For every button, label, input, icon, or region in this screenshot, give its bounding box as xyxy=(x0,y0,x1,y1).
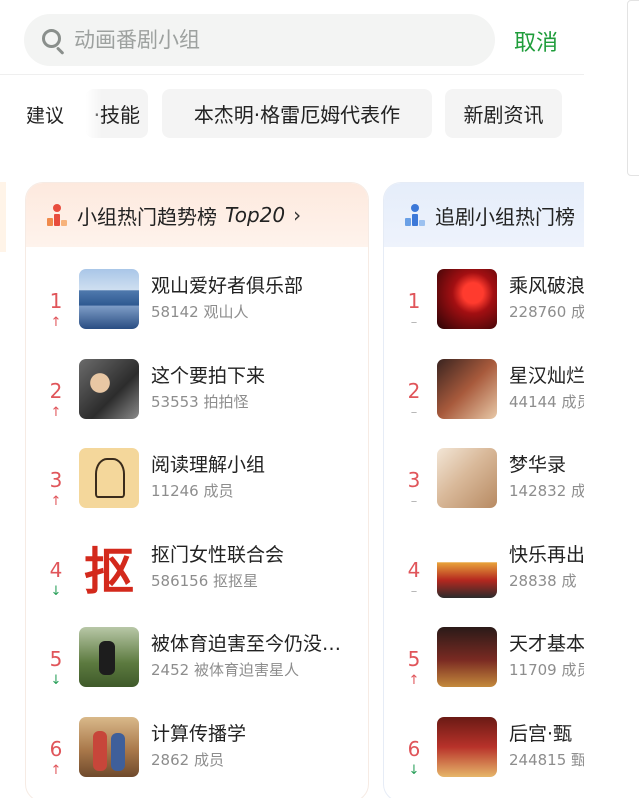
ranking-row[interactable]: 1 – 乘风破浪 228760 成 xyxy=(384,269,584,358)
adjacent-panel-edge xyxy=(627,0,639,176)
suggestion-chip[interactable]: 本杰明·格雷厄姆代表作 xyxy=(162,89,432,138)
group-avatar: 抠 xyxy=(79,537,139,598)
group-name: 抠门女性联合会 xyxy=(151,543,285,566)
group-search-page: 取消 建议 ·技能 本杰明·格雷厄姆代表作 新剧资讯 小组热门趋势榜 Top20… xyxy=(0,0,584,798)
ranking-row[interactable]: 4– 快乐再出 28838 成 xyxy=(384,537,584,627)
group-name: 计算传播学 xyxy=(151,722,247,745)
ranking-row[interactable]: 6 ↓ 后宫·甄 244815 甄 xyxy=(384,716,584,798)
trend-down-icon: ↓ xyxy=(50,673,62,688)
group-avatar xyxy=(437,448,497,508)
group-avatar xyxy=(79,716,139,777)
group-avatar xyxy=(437,537,497,598)
group-member-count: 44144 成员 xyxy=(509,392,584,411)
rank-number: 6 xyxy=(49,736,63,761)
group-member-count: 142832 成 xyxy=(509,482,584,500)
rank-number: 4 xyxy=(49,557,63,582)
trend-ranking-header[interactable]: 小组热门趋势榜 Top20 › xyxy=(26,183,368,247)
suggestion-chip[interactable]: ·技能 xyxy=(86,89,148,138)
ranking-row[interactable]: 2– 星汉灿烂 44144 成员 xyxy=(384,358,584,448)
rank-number: 5 xyxy=(49,647,63,671)
trend-down-icon: ↓ xyxy=(50,583,62,599)
ranking-chart-icon xyxy=(46,204,68,226)
trend-flat-icon: – xyxy=(410,315,418,330)
group-name: 这个要拍下来 xyxy=(151,364,266,387)
ranking-row[interactable]: 3 ↑ 阅读理解小组 11246 成员 xyxy=(26,448,368,537)
group-name: 星汉灿烂 xyxy=(509,364,584,387)
group-member-count: 11246 成员 xyxy=(151,482,234,500)
trend-up-icon: ↑ xyxy=(50,762,62,778)
trend-flat-icon: – xyxy=(410,583,418,599)
group-name: 快乐再出 xyxy=(509,543,584,566)
ranking-row[interactable]: 4 ↓ 抠抠门女性联合会 586156 抠抠星 xyxy=(26,537,368,627)
ranking-row[interactable]: 5 ↑ 天才基本 11709 成员 xyxy=(384,627,584,716)
trend-up-icon: ↑ xyxy=(50,494,62,509)
chevron-right-icon: › xyxy=(293,203,302,227)
cancel-button[interactable]: 取消 xyxy=(514,25,558,57)
group-avatar xyxy=(79,448,139,508)
drama-ranking-title: 追剧小组热门榜 xyxy=(435,204,575,229)
drama-ranking-card: 追剧小组热门榜 1– 乘风破浪 228760 成 2– 星汉灿烂 44144 成员 3– 梦华… xyxy=(383,182,584,798)
trend-up-icon: ↑ xyxy=(50,404,62,420)
group-avatar xyxy=(437,627,497,687)
group-member-count: 53553 拍拍怪 xyxy=(151,392,249,411)
search-bar[interactable] xyxy=(24,14,495,66)
suggestions-label: 建议 xyxy=(26,105,65,127)
group-member-count: 2452 被体育迫害星人 xyxy=(151,661,299,679)
group-name: 后宫·甄 xyxy=(509,722,573,745)
ranking-chart-icon xyxy=(404,204,426,226)
group-name: 梦华录 xyxy=(509,454,567,476)
ranking-row[interactable]: 1 ↑ 观山爱好者俱乐部 58142 观山人 xyxy=(26,269,368,358)
rank-number: 2 xyxy=(49,378,63,403)
rank-number: 6 xyxy=(407,736,421,761)
trend-flat-icon: – xyxy=(410,494,418,509)
group-avatar xyxy=(79,269,139,329)
group-avatar xyxy=(437,716,497,777)
rank-number: 2 xyxy=(407,378,421,403)
group-avatar xyxy=(437,269,497,329)
rank-number: 1 xyxy=(407,289,421,313)
top20-badge: Top20 xyxy=(225,203,286,227)
previous-card-edge xyxy=(0,182,6,252)
search-input[interactable] xyxy=(74,28,454,52)
header-divider xyxy=(0,74,584,75)
rank-number: 3 xyxy=(407,468,421,492)
ranking-row[interactable]: 6 ↑ 计算传播学 2862 成员 xyxy=(26,716,368,798)
ranking-row[interactable]: 2 ↑ 这个要拍下来 53553 拍拍怪 xyxy=(26,358,368,448)
trend-ranking-card: 小组热门趋势榜 Top20 › 1 ↑ 观山爱好者俱乐部 58142 观山人 2 ↑ 这个要… xyxy=(25,182,369,798)
trend-up-icon: ↑ xyxy=(408,673,420,688)
trend-ranking-title: 小组热门趋势榜 xyxy=(77,204,217,229)
group-name: 阅读理解小组 xyxy=(151,454,266,476)
suggestion-chip[interactable]: 新剧资讯 xyxy=(445,89,562,138)
rank-number: 4 xyxy=(407,557,421,582)
group-name: 被体育迫害至今仍没… xyxy=(151,633,342,655)
group-member-count: 58142 观山人 xyxy=(151,303,249,321)
drama-ranking-header[interactable]: 追剧小组热门榜 xyxy=(384,183,584,247)
rank-number: 1 xyxy=(49,289,63,313)
group-avatar xyxy=(79,627,139,687)
group-member-count: 228760 成 xyxy=(509,303,584,321)
search-icon xyxy=(40,27,66,55)
ranking-row[interactable]: 5 ↓ 被体育迫害至今仍没… 2452 被体育迫害星人 xyxy=(26,627,368,716)
trend-down-icon: ↓ xyxy=(408,762,420,778)
trend-up-icon: ↑ xyxy=(50,315,62,330)
trend-flat-icon: – xyxy=(410,404,418,420)
rank-number: 5 xyxy=(407,647,421,671)
group-member-count: 244815 甄 xyxy=(509,750,584,769)
group-name: 观山爱好者俱乐部 xyxy=(151,275,304,297)
group-member-count: 11709 成员 xyxy=(509,661,584,679)
group-name: 乘风破浪 xyxy=(509,275,584,297)
group-member-count: 586156 抠抠星 xyxy=(151,571,259,590)
group-avatar xyxy=(79,358,139,419)
group-member-count: 28838 成 xyxy=(509,571,577,590)
group-member-count: 2862 成员 xyxy=(151,750,224,769)
group-name: 天才基本 xyxy=(509,633,584,655)
group-avatar xyxy=(437,358,497,419)
ranking-row[interactable]: 3 – 梦华录 142832 成 xyxy=(384,448,584,537)
rank-number: 3 xyxy=(49,468,63,492)
